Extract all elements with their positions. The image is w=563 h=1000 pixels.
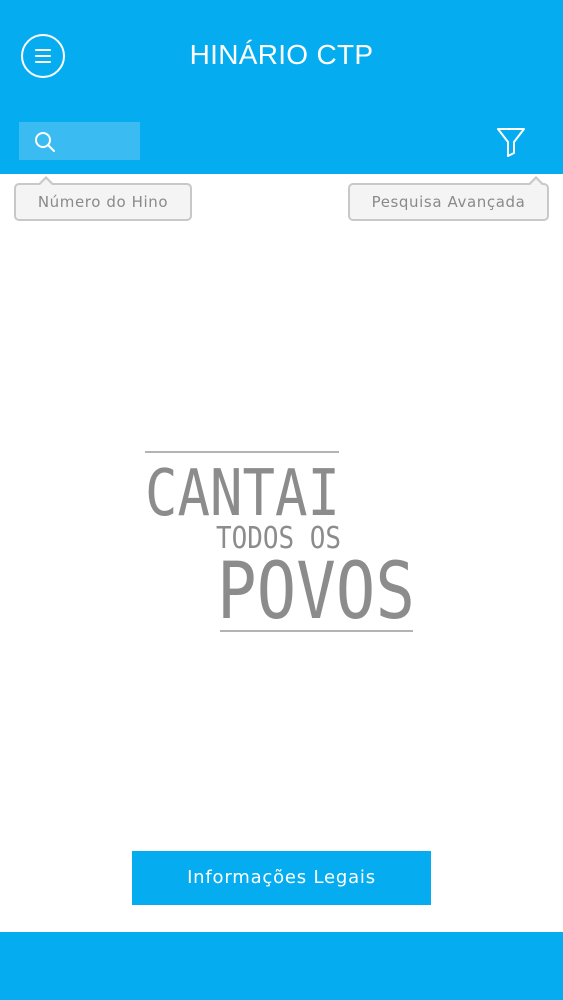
cantai-todos-os-povos-logo: CANTAI TODOS OS POVOS bbox=[140, 445, 425, 640]
filter-button[interactable] bbox=[493, 124, 529, 160]
page-title: HINÁRIO CTP bbox=[189, 39, 374, 70]
legal-info-button[interactable]: Informações Legais bbox=[132, 851, 431, 905]
bottom-bar bbox=[0, 932, 563, 1000]
advanced-search-tooltip: Pesquisa Avançada bbox=[348, 176, 549, 221]
funnel-filter-icon bbox=[497, 128, 525, 157]
hymn-number-tooltip: Número do Hino bbox=[14, 176, 192, 221]
search-field[interactable] bbox=[19, 122, 140, 160]
search-icon bbox=[35, 132, 55, 152]
app-header: HINÁRIO CTP bbox=[0, 0, 563, 174]
search-input[interactable] bbox=[61, 122, 137, 160]
logo-line-1: CANTAI bbox=[145, 457, 340, 531]
logo-line-3: POVOS bbox=[217, 547, 415, 637]
